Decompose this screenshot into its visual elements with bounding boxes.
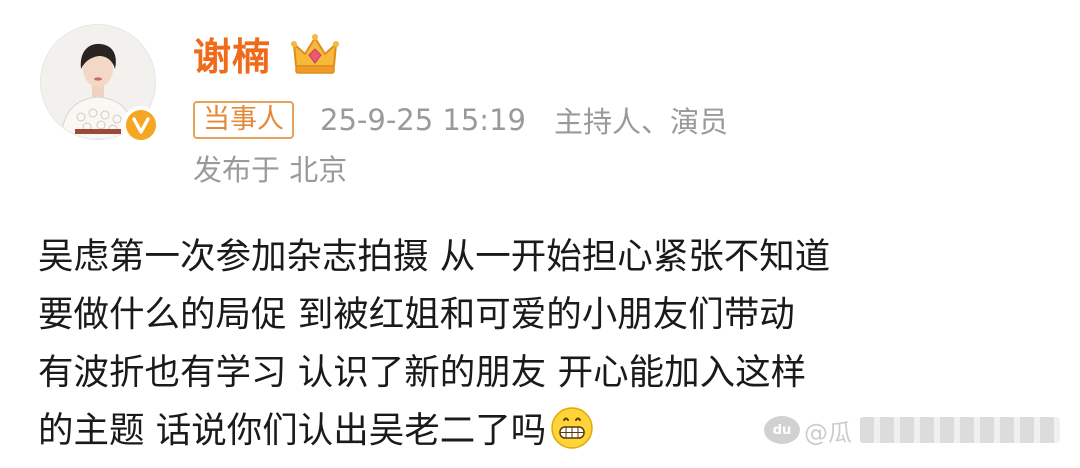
content-line: 吴虑第一次参加杂志拍摄 从一开始担心紧张不知道 [38,236,831,277]
watermark: du @瓜 [764,410,1060,450]
baidu-paw-icon: du [764,416,800,444]
post-meta-row: 当事人 25-9-25 15:19 主持人、演员 [193,98,728,142]
author-role: 主持人、演员 [553,105,728,139]
post-location: 发布于 北京 [193,153,348,187]
grinning-face-icon [550,406,594,450]
content-line: 有波折也有学习 认识了新的朋友 开心能加入这样 [38,352,807,393]
weibo-post: 谢楠 当事人 25-9-25 15:19 主持人、演员 发布于 北京 吴虑第一次… [0,0,1080,466]
post-timestamp[interactable]: 25-9-25 15:19 [320,103,526,137]
watermark-text: @瓜 [804,418,852,447]
author-name[interactable]: 谢楠 [193,30,271,84]
content-line-text: 的主题 话说你们认出吴老二了吗 [38,410,547,451]
involved-party-tag: 当事人 [193,101,294,139]
content-line: 要做什么的局促 到被红姐和可爱的小朋友们带动 [38,294,795,335]
crown-icon[interactable] [290,30,340,80]
verified-v-icon [122,106,160,144]
watermark-blurred-text [860,417,1060,443]
avatar-container[interactable] [40,24,160,144]
